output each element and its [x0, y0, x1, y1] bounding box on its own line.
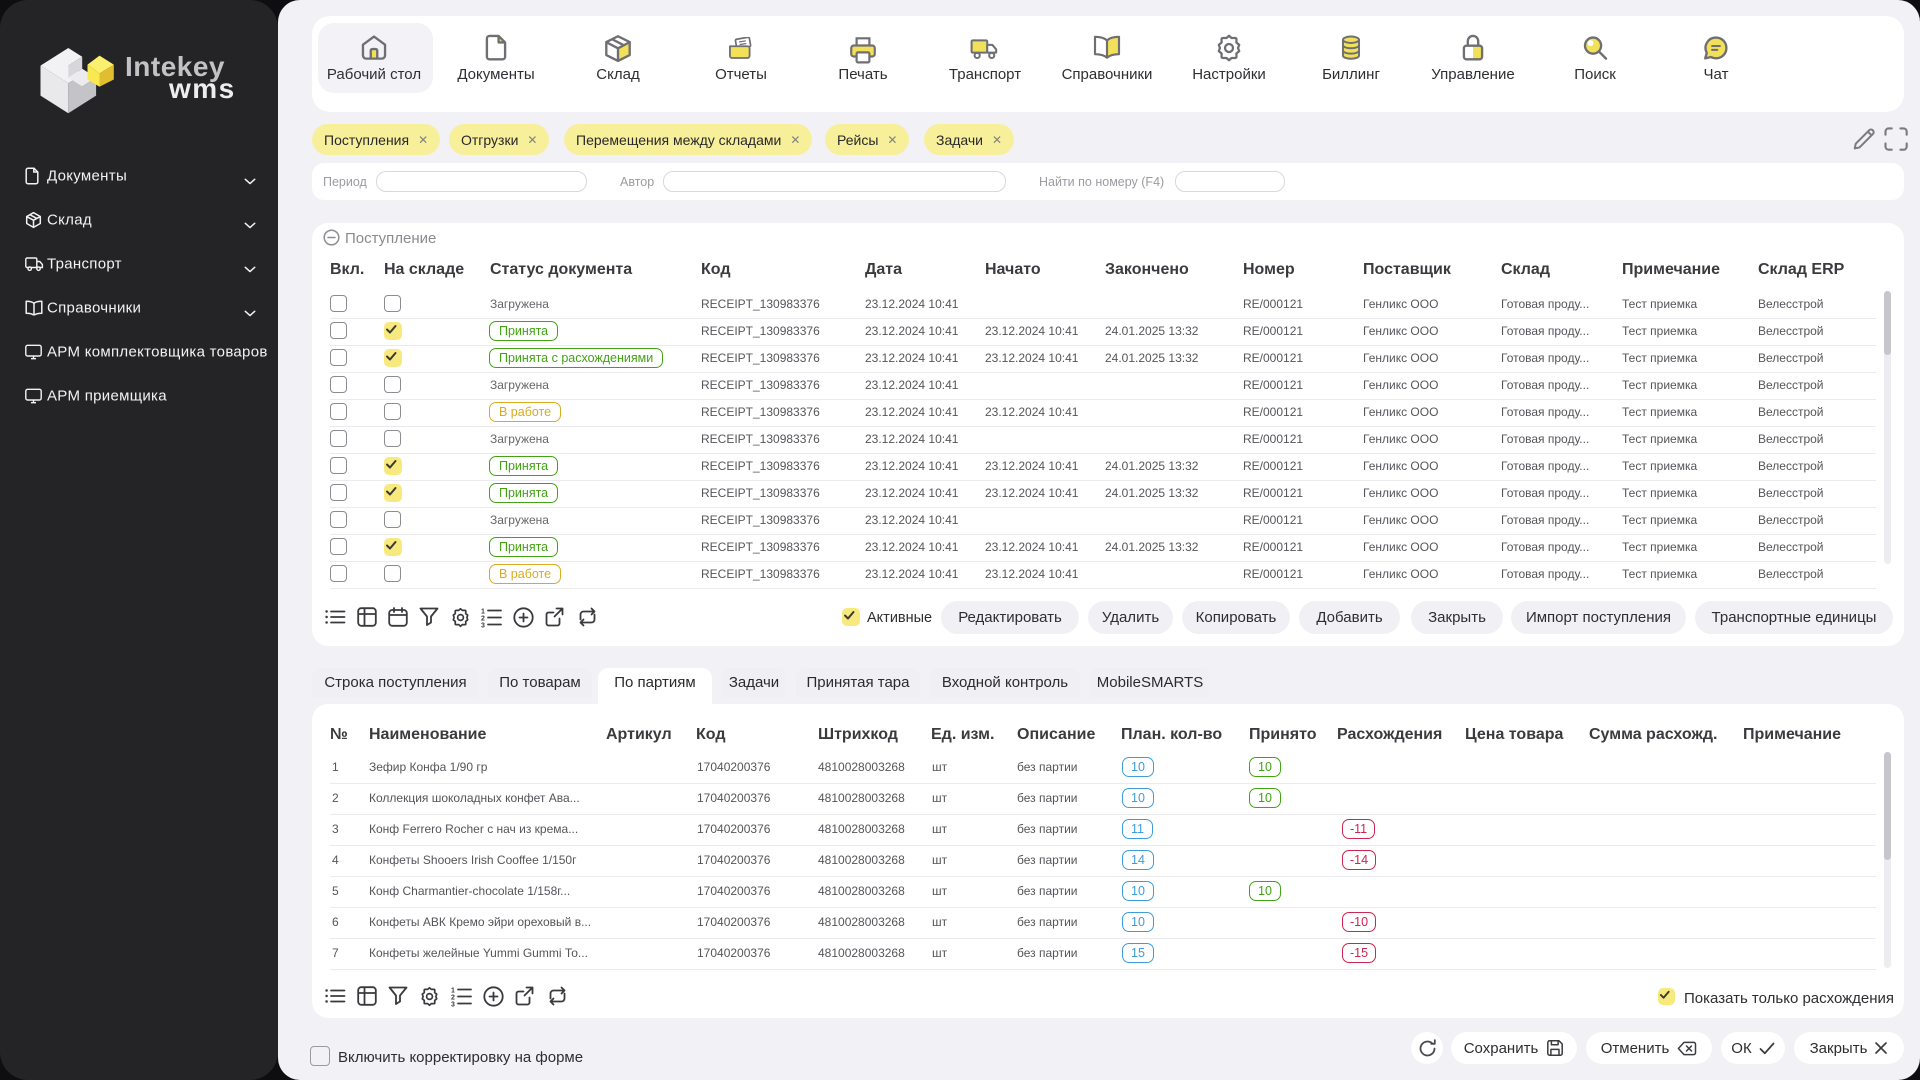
svg-text:2: 2 [451, 995, 455, 1002]
svg-text:1: 1 [481, 609, 485, 616]
svg-text:1: 1 [451, 988, 455, 995]
svg-text:3: 3 [451, 1002, 455, 1008]
svg-text:3: 3 [481, 623, 485, 629]
svg-text:2: 2 [481, 616, 485, 623]
